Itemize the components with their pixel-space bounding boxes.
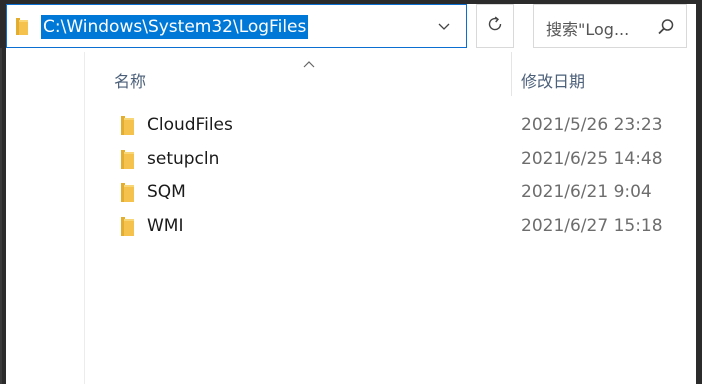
address-bar[interactable]: C:\Windows\System32\LogFiles	[6, 4, 467, 48]
file-date-modified: 2021/6/27 15:18	[521, 216, 663, 236]
column-header-divider[interactable]	[511, 52, 512, 96]
list-item[interactable]: WMI 2021/6/27 15:18	[106, 211, 686, 243]
file-date-modified: 2021/6/25 14:48	[521, 149, 663, 169]
toolbar: C:\Windows\System32\LogFiles 搜索"Log...	[6, 4, 696, 52]
search-icon[interactable]	[656, 17, 676, 37]
folder-icon	[120, 183, 135, 202]
file-name[interactable]: CloudFiles	[147, 115, 233, 135]
address-path[interactable]: C:\Windows\System32\LogFiles	[41, 15, 309, 39]
file-date-modified: 2021/5/26 23:23	[521, 115, 663, 135]
search-placeholder: 搜索"Log...	[546, 20, 630, 39]
folder-icon	[120, 150, 135, 169]
file-list-pane: 名称 修改日期 CloudFiles 2021/5/26 23:23 setup…	[6, 52, 696, 384]
column-header-date-modified[interactable]: 修改日期	[521, 68, 585, 92]
column-header-name[interactable]: 名称	[114, 68, 146, 92]
list-item[interactable]: CloudFiles 2021/5/26 23:23	[106, 110, 686, 142]
list-item[interactable]: SQM 2021/6/21 9:04	[106, 177, 686, 209]
file-name[interactable]: setupcln	[147, 149, 219, 169]
navigation-pane-divider	[84, 52, 85, 384]
chevron-up-icon	[302, 54, 316, 68]
list-item[interactable]: setupcln 2021/6/25 14:48	[106, 144, 686, 176]
folder-icon	[120, 116, 135, 135]
file-name[interactable]: WMI	[147, 216, 184, 236]
refresh-icon	[486, 15, 504, 37]
window-frame-left-edge	[0, 48, 2, 384]
refresh-button[interactable]	[476, 4, 514, 48]
file-date-modified: 2021/6/21 9:04	[521, 182, 652, 202]
window-frame-right	[696, 0, 702, 384]
search-input[interactable]: 搜索"Log...	[533, 4, 687, 48]
chevron-down-icon[interactable]	[434, 17, 454, 37]
folder-icon	[15, 18, 29, 35]
folder-icon	[120, 217, 135, 236]
file-name[interactable]: SQM	[147, 182, 186, 202]
